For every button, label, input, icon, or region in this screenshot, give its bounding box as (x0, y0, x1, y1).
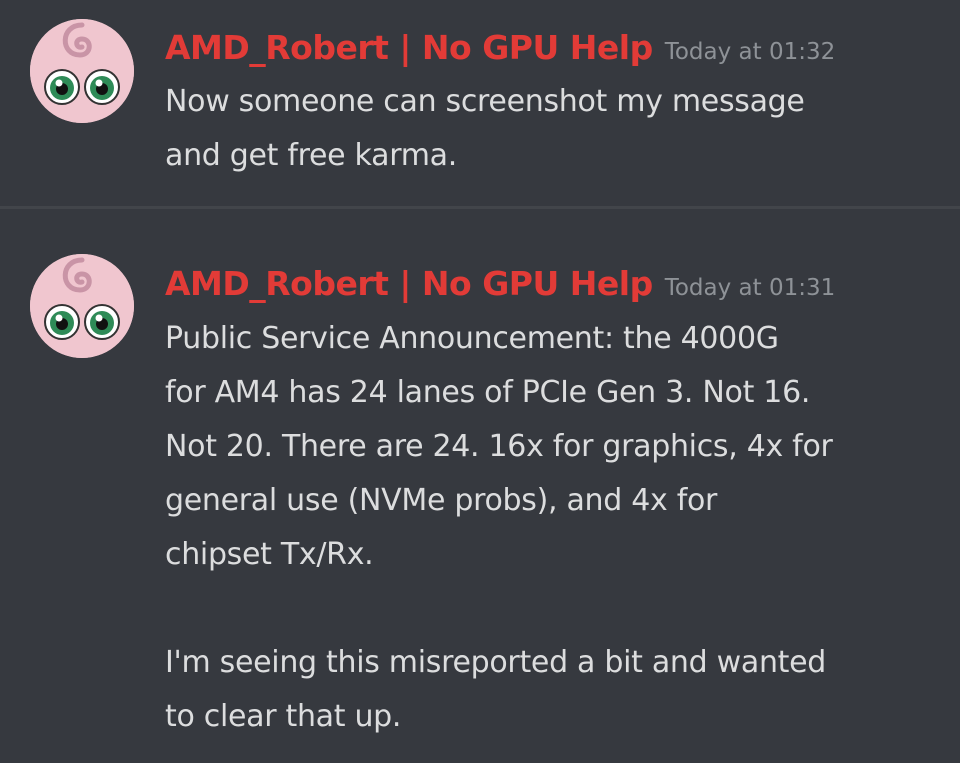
message-line: and get free karma. (165, 138, 457, 173)
message-header: AMD_Robert | No GPU Help Today at 01:31 (165, 264, 835, 303)
message-content: Now someone can screenshot my message an… (165, 75, 945, 183)
message-line: for AM4 has 24 lanes of PCIe Gen 3. Not … (165, 375, 811, 410)
jigglypuff-avatar-icon[interactable] (30, 19, 134, 123)
username[interactable]: AMD_Robert | No GPU Help (165, 28, 653, 67)
chat-message: AMD_Robert | No GPU Help Today at 01:31 P… (0, 210, 960, 763)
message-header: AMD_Robert | No GPU Help Today at 01:32 (165, 28, 835, 67)
jigglypuff-avatar-icon[interactable] (30, 254, 134, 358)
message-line: chipset Tx/Rx. (165, 537, 374, 572)
message-line: Now someone can screenshot my message (165, 84, 805, 119)
timestamp: Today at 01:32 (664, 39, 836, 65)
message-line: general use (NVMe probs), and 4x for (165, 483, 718, 518)
message-line: to clear that up. (165, 699, 402, 734)
message-divider (0, 206, 960, 209)
timestamp: Today at 01:31 (664, 275, 836, 301)
chat-message: AMD_Robert | No GPU Help Today at 01:32 N… (0, 0, 960, 205)
message-line: Not 20. There are 24. 16x for graphics, … (165, 429, 833, 464)
username[interactable]: AMD_Robert | No GPU Help (165, 264, 653, 303)
message-content: Public Service Announcement: the 4000G f… (165, 312, 945, 744)
message-line: I'm seeing this misreported a bit and wa… (165, 645, 827, 680)
message-line: Public Service Announcement: the 4000G (165, 321, 779, 356)
